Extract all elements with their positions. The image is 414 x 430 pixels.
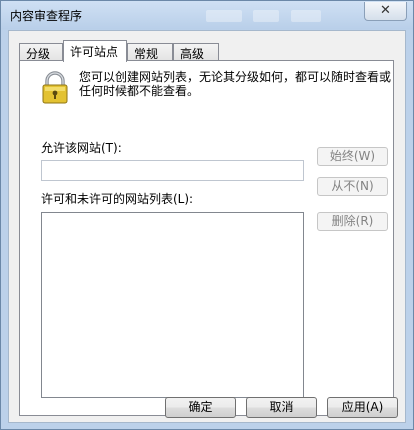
title-bar[interactable]: 内容审查程序 ✕ bbox=[1, 1, 413, 30]
allow-site-label: 允许该网站(T): bbox=[41, 141, 122, 155]
site-list[interactable] bbox=[41, 212, 304, 398]
background-blur bbox=[206, 10, 242, 22]
close-icon: ✕ bbox=[380, 3, 391, 18]
window-title: 内容审查程序 bbox=[10, 9, 83, 23]
close-button[interactable]: ✕ bbox=[364, 2, 407, 21]
background-blur bbox=[253, 10, 279, 22]
apply-button[interactable]: 应用(A) bbox=[327, 397, 398, 418]
tab-general[interactable]: 常规 bbox=[127, 43, 173, 61]
tab-ratings[interactable]: 分级 bbox=[19, 43, 63, 61]
tab-label: 许可站点 bbox=[70, 45, 119, 59]
tab-approved-sites[interactable]: 许可站点 bbox=[63, 40, 127, 62]
padlock-icon bbox=[42, 71, 68, 104]
tab-label: 高级 bbox=[180, 47, 205, 61]
remove-button[interactable]: 删除(R) bbox=[317, 212, 388, 231]
never-button[interactable]: 从不(N) bbox=[317, 177, 388, 196]
description-text: 您可以创建网站列表，无论其分级如何，都可以随时查看或任何时候都不能查看。 bbox=[79, 70, 392, 98]
tab-panel-approved-sites: 您可以创建网站列表，无论其分级如何，都可以随时查看或任何时候都不能查看。 允许该… bbox=[19, 60, 394, 416]
background-blur bbox=[291, 10, 321, 22]
dialog-window: 内容审查程序 ✕ 分级 许可站点 常规 高级 您可以创建网站列表，无论其分级如何… bbox=[0, 0, 414, 430]
tab-label: 常规 bbox=[134, 47, 159, 61]
dialog-client: 分级 许可站点 常规 高级 您可以创建网站列表，无论其分级如何，都可以随时查看或… bbox=[8, 30, 406, 423]
tab-advanced[interactable]: 高级 bbox=[173, 43, 219, 61]
site-list-label: 许可和未许可的网站列表(L): bbox=[41, 192, 194, 206]
allow-site-input[interactable] bbox=[41, 160, 304, 181]
ok-button[interactable]: 确定 bbox=[165, 397, 236, 418]
always-button[interactable]: 始终(W) bbox=[317, 147, 388, 166]
tab-label: 分级 bbox=[26, 47, 51, 61]
cancel-button[interactable]: 取消 bbox=[246, 397, 317, 418]
